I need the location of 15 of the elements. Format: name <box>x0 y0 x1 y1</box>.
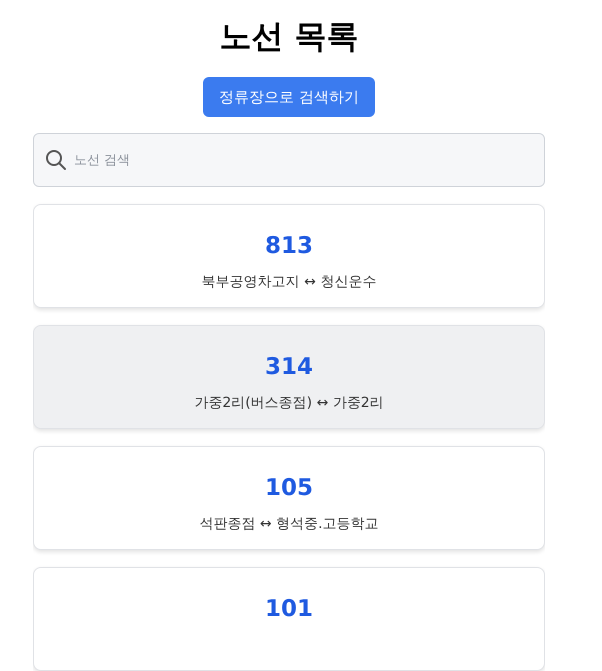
route-endpoints: 가중2리(버스종점) ↔ 가중2리 <box>194 394 384 412</box>
route-card[interactable]: 314 가중2리(버스종점) ↔ 가중2리 <box>33 325 545 429</box>
route-card[interactable]: 813 북부공영차고지 ↔ 청신운수 <box>33 204 545 308</box>
route-endpoints: 석판종점 ↔ 형석중.고등학교 <box>199 514 379 534</box>
route-number: 101 <box>264 595 313 624</box>
route-endpoints: 북부공영차고지 ↔ 청신운수 <box>202 272 376 292</box>
route-number: 105 <box>264 474 313 503</box>
route-number: 314 <box>264 353 313 382</box>
route-card[interactable]: 101 <box>33 567 545 671</box>
search-field[interactable]: 노선 검색 <box>33 133 545 187</box>
page-title: 노선 목록 <box>218 16 360 57</box>
stop-search-button[interactable]: 정류장으로 검색하기 <box>203 77 375 117</box>
search-icon <box>45 149 67 171</box>
route-card[interactable]: 105 석판종점 ↔ 형석중.고등학교 <box>33 446 545 550</box>
route-number: 813 <box>264 232 313 261</box>
